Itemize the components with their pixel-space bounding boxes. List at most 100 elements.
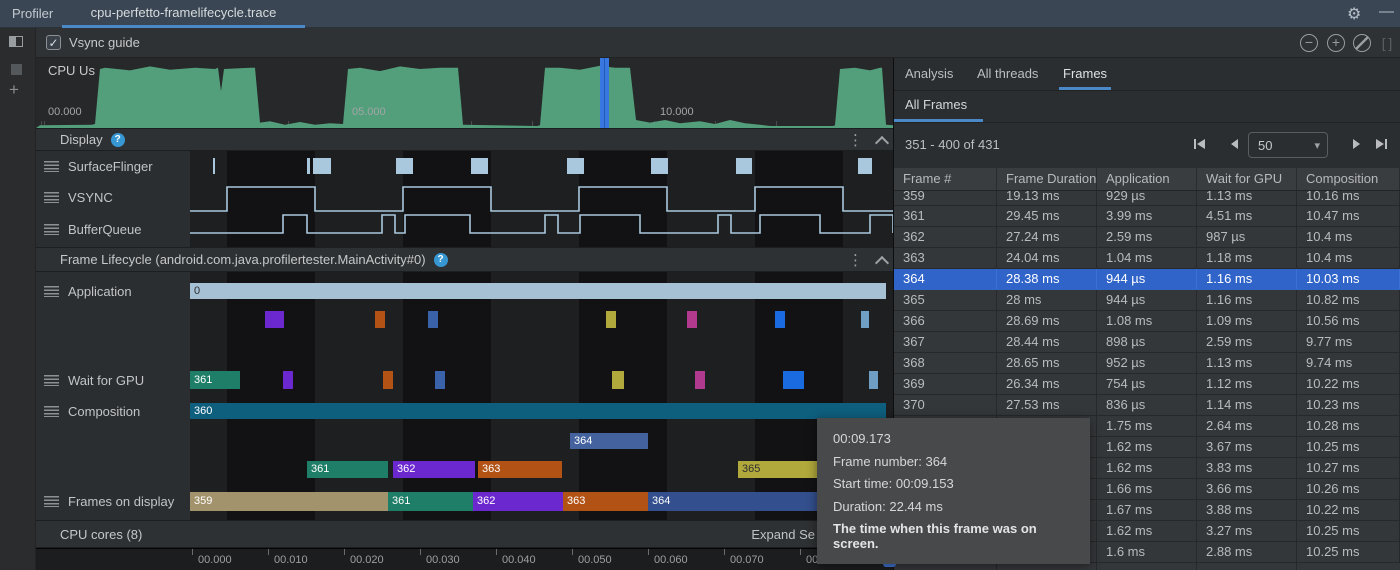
frame-bar[interactable]: 361 (388, 492, 473, 511)
drag-handle-icon[interactable] (44, 161, 59, 172)
drag-handle-icon[interactable] (44, 375, 59, 386)
first-page-icon[interactable] (1192, 136, 1208, 152)
frame-bar[interactable]: 363 (478, 461, 562, 478)
last-page-icon[interactable] (1373, 136, 1389, 152)
frame-bar[interactable] (283, 371, 293, 389)
frame-bar[interactable] (695, 371, 705, 389)
surfaceflinger-event-block[interactable] (213, 158, 215, 174)
track-label-vsync: VSYNC (68, 190, 113, 205)
frame-bar[interactable]: 361 (307, 461, 388, 478)
drag-handle-icon[interactable] (44, 406, 59, 417)
display-section-header[interactable]: Display ? ⋮ (36, 128, 893, 151)
frame-bar[interactable]: 360 (190, 403, 886, 419)
table-row[interactable]: 369 26.34 ms 754 µs 1.12 ms 10.22 ms (894, 374, 1400, 395)
subtab-all-frames[interactable]: All Frames (905, 97, 967, 112)
drag-handle-icon[interactable] (44, 224, 59, 235)
frame-bar[interactable]: 362 (393, 461, 475, 478)
frame-bar[interactable]: 365 (738, 461, 817, 478)
frame-bar[interactable] (775, 311, 785, 328)
drag-handle-icon[interactable] (44, 286, 59, 297)
drag-handle-icon[interactable] (44, 496, 59, 507)
vsync-guide-checkbox[interactable]: ✓ (46, 35, 61, 50)
help-icon[interactable]: ? (110, 132, 125, 147)
collapse-chevron-icon[interactable] (874, 255, 890, 270)
frames-table-header[interactable]: Frame # Frame Duration Application Wait … (894, 168, 1400, 191)
table-row[interactable]: 364 28.38 ms 944 µs 1.16 ms 10.03 ms (894, 269, 1400, 290)
table-cell: 2.59 ms (1097, 227, 1197, 247)
trace-tab[interactable]: cpu-perfetto-framelifecycle.trace (62, 0, 305, 28)
surfaceflinger-event-block[interactable] (651, 158, 668, 174)
display-canvas[interactable] (190, 151, 893, 247)
frame-bar[interactable]: 359 (190, 492, 388, 511)
frame-bar[interactable] (375, 311, 385, 328)
frame-bar[interactable] (687, 311, 697, 328)
table-cell: 3.99 ms (1097, 206, 1197, 226)
frame-bar[interactable] (265, 311, 284, 328)
frame-bar[interactable]: 363 (563, 492, 648, 511)
frame-bar[interactable] (606, 311, 616, 328)
zoom-in-icon[interactable]: + (1327, 34, 1345, 52)
more-options-icon[interactable]: ⋮ (848, 251, 863, 269)
table-row[interactable]: 366 28.69 ms 1.08 ms 1.09 ms 10.56 ms (894, 311, 1400, 332)
gear-icon[interactable]: ⚙ (1347, 4, 1361, 24)
page-size-select[interactable]: 50 ▾ (1248, 132, 1328, 158)
frame-bar[interactable]: 0 (190, 283, 886, 299)
surfaceflinger-event-block[interactable] (307, 158, 310, 174)
table-cell: 28.44 ms (997, 332, 1097, 352)
tab-frames[interactable]: Frames (1063, 66, 1107, 81)
frame-lifecycle-section-header[interactable]: Frame Lifecycle (android.com.java.profil… (36, 247, 893, 272)
drag-handle-icon[interactable] (44, 192, 59, 203)
surfaceflinger-event-block[interactable] (567, 158, 584, 174)
column-header[interactable]: Frame Duration (997, 168, 1097, 190)
add-icon[interactable]: + (9, 80, 19, 100)
column-header[interactable]: Wait for GPU (1197, 168, 1297, 190)
frame-bar[interactable] (783, 371, 804, 389)
tab-all-threads[interactable]: All threads (977, 66, 1038, 81)
table-cell: 1.04 ms (1097, 248, 1197, 268)
zoom-out-icon[interactable]: − (1300, 34, 1318, 52)
layout-panel-icon[interactable] (9, 36, 23, 47)
column-header[interactable]: Application (1097, 168, 1197, 190)
frame-bar[interactable]: 361 (190, 371, 240, 389)
frame-bar[interactable] (428, 311, 438, 328)
table-cell: 27.53 ms (997, 395, 1097, 415)
next-page-icon[interactable] (1348, 136, 1364, 152)
expand-section-link[interactable]: Expand Se (751, 527, 815, 542)
frame-lifecycle-canvas[interactable]: 0 361 360 364 361 362 363 365 359 361 362 363 364 (190, 272, 893, 520)
surfaceflinger-event-block[interactable] (858, 158, 872, 174)
table-row[interactable]: 359 19.13 ms 929 µs 1.13 ms 10.16 ms (894, 191, 1400, 206)
minimize-icon[interactable]: ― (1379, 3, 1394, 20)
frame-bar[interactable]: 364 (570, 433, 648, 449)
collapse-chevron-icon[interactable] (874, 135, 890, 150)
frame-bar[interactable]: 362 (473, 492, 563, 511)
table-row[interactable]: 370 27.53 ms 836 µs 1.14 ms 10.23 ms (894, 395, 1400, 416)
surfaceflinger-event-block[interactable] (471, 158, 488, 174)
surfaceflinger-event-block[interactable] (736, 158, 752, 174)
cpu-usage-track[interactable]: CPU Us 00.000 05.000 10.000 (36, 58, 893, 128)
frame-bar[interactable] (435, 371, 445, 389)
zoom-to-selection-icon[interactable]: [ ] (1379, 34, 1395, 52)
stop-square-icon[interactable] (11, 64, 22, 75)
table-row[interactable]: 361 29.45 ms 3.99 ms 4.51 ms 10.47 ms (894, 206, 1400, 227)
more-options-icon[interactable]: ⋮ (848, 131, 863, 149)
frame-bar[interactable] (869, 371, 878, 389)
table-row[interactable]: 365 28 ms 944 µs 1.16 ms 10.82 ms (894, 290, 1400, 311)
timeline-selection-marker[interactable] (600, 58, 609, 128)
table-row[interactable]: 362 27.24 ms 2.59 ms 987 µs 10.4 ms (894, 227, 1400, 248)
table-row[interactable]: 363 24.04 ms 1.04 ms 1.18 ms 10.4 ms (894, 248, 1400, 269)
frame-bar[interactable] (612, 371, 624, 389)
frame-bar[interactable] (861, 311, 869, 328)
surfaceflinger-event-block[interactable] (396, 158, 413, 174)
frame-bar[interactable] (383, 371, 393, 389)
table-row[interactable]: 367 28.44 ms 898 µs 2.59 ms 9.77 ms (894, 332, 1400, 353)
column-header[interactable]: Composition (1297, 168, 1400, 190)
help-icon[interactable]: ? (433, 252, 448, 267)
previous-page-icon[interactable] (1227, 136, 1243, 152)
reset-zoom-icon[interactable] (1353, 34, 1371, 52)
tab-analysis[interactable]: Analysis (905, 66, 953, 81)
table-row[interactable]: 368 28.65 ms 952 µs 1.13 ms 9.74 ms (894, 353, 1400, 374)
column-header[interactable]: Frame # (894, 168, 997, 190)
table-cell: 1.62 ms (1097, 437, 1197, 457)
cpu-cores-section-header[interactable]: CPU cores (8) Expand Se (36, 520, 893, 548)
surfaceflinger-event-block[interactable] (313, 158, 331, 174)
